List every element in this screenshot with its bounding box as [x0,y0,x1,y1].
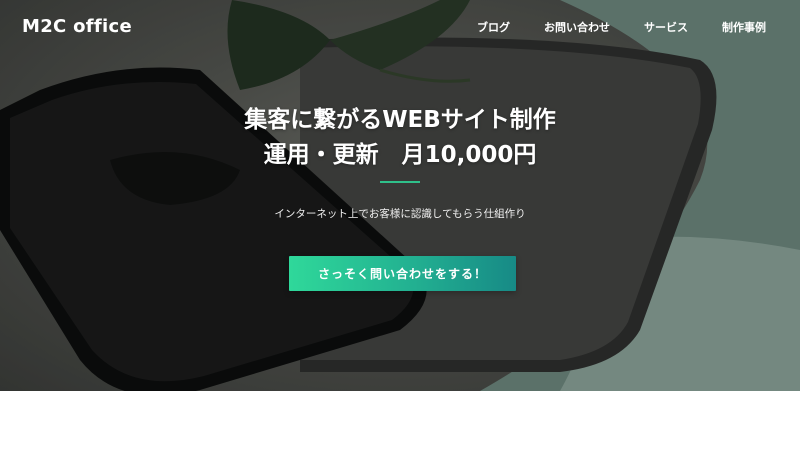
nav-item-contact[interactable]: お問い合わせ [544,19,610,35]
site-logo[interactable]: M2C office [22,16,132,37]
hero-headline-line-2: 運用・更新 月10,000円 [263,142,537,168]
nav-item-works[interactable]: 制作事例 [722,19,766,35]
headline-divider [380,181,420,183]
hero-background-image [0,0,800,391]
hero-section: M2C office ブログ お問い合わせ サービス 制作事例 集客に繋がるWE… [0,0,800,391]
nav-item-blog[interactable]: ブログ [477,19,510,35]
hero-headline: 集客に繋がるWEBサイト制作 運用・更新 月10,000円 [0,103,800,173]
hero-subtitle: インターネット上でお客様に認識してもらう仕組作り [274,208,526,220]
nav-item-services[interactable]: サービス [644,19,688,35]
contact-cta-button[interactable]: さっそく問い合わせをする！ [289,256,516,291]
site-header: M2C office ブログ お問い合わせ サービス 制作事例 [0,0,800,52]
main-nav: ブログ お問い合わせ サービス 制作事例 [443,19,766,35]
hero-headline-line-1: 集客に繋がるWEBサイト制作 [244,107,556,133]
